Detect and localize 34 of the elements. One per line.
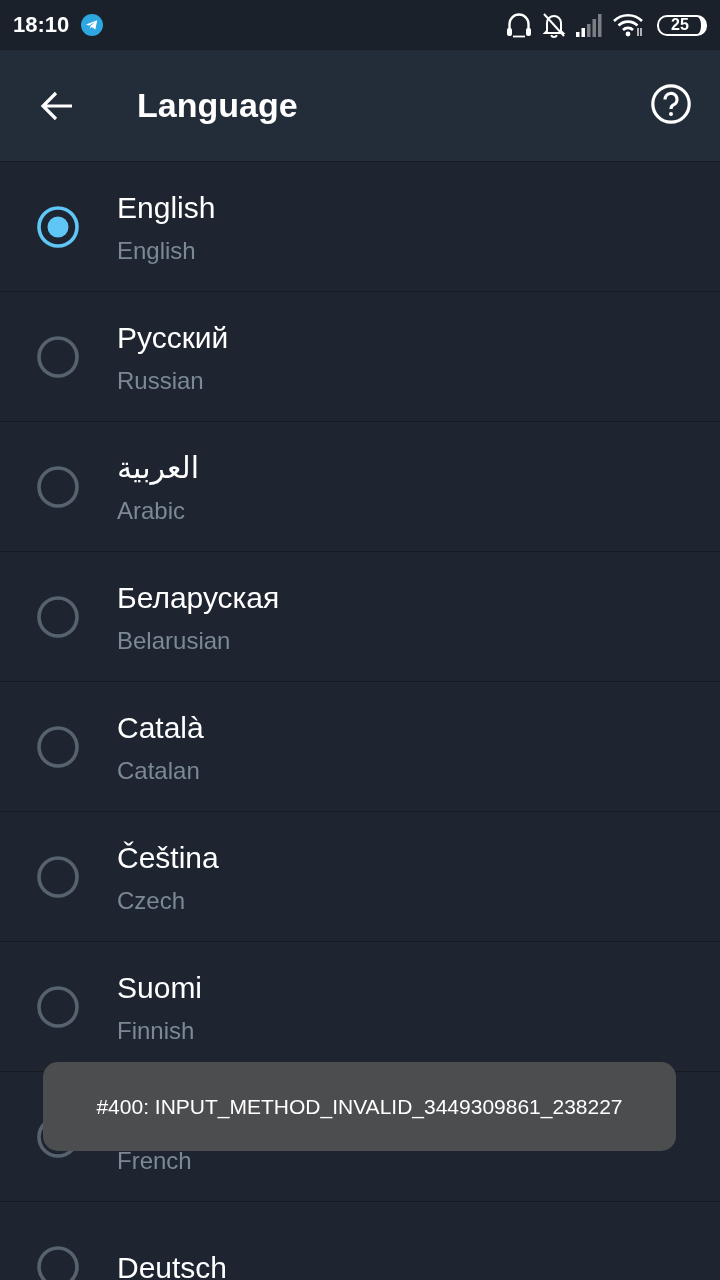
radio-button[interactable] [37, 465, 79, 508]
radio-button[interactable] [37, 205, 79, 248]
radio-button[interactable] [37, 725, 79, 768]
language-name: Беларуская [117, 580, 280, 615]
language-english-name: Finnish [117, 1016, 196, 1045]
back-arrow-icon[interactable] [40, 90, 73, 121]
language-english-name: English [117, 236, 197, 265]
screen-title: Language [137, 86, 299, 125]
radio-button[interactable] [37, 595, 79, 638]
paper-plane-icon [81, 14, 104, 36]
language-english-name: Belarusian [117, 626, 232, 655]
language-name: العربية [117, 450, 199, 485]
headphones-icon [505, 12, 533, 38]
wifi-icon [612, 13, 644, 37]
language-name: Suomi [117, 970, 203, 1005]
language-english-name: Russian [117, 366, 205, 395]
radio-button[interactable] [37, 855, 79, 898]
help-icon[interactable] [651, 83, 691, 124]
language-name: Русский [117, 320, 229, 355]
bell-off-icon [542, 12, 566, 38]
language-english-name: Czech [117, 886, 187, 915]
language-name: Čeština [117, 840, 219, 875]
radio-button[interactable] [37, 335, 79, 378]
status-time: 18:10 [13, 12, 70, 38]
language-name: Català [117, 710, 204, 745]
radio-button[interactable] [37, 1245, 79, 1280]
language-name: English [117, 190, 216, 225]
language-english-name: Catalan [117, 756, 201, 785]
battery-indicator: 25 [657, 14, 707, 36]
radio-button[interactable] [37, 985, 79, 1028]
signal-icon [575, 13, 603, 37]
error-toast: #400: INPUT_METHOD_INVALID_3449309861_238227 [43, 1062, 676, 1151]
language-name: Deutsch [117, 1250, 228, 1280]
language-english-name: Arabic [117, 496, 187, 525]
